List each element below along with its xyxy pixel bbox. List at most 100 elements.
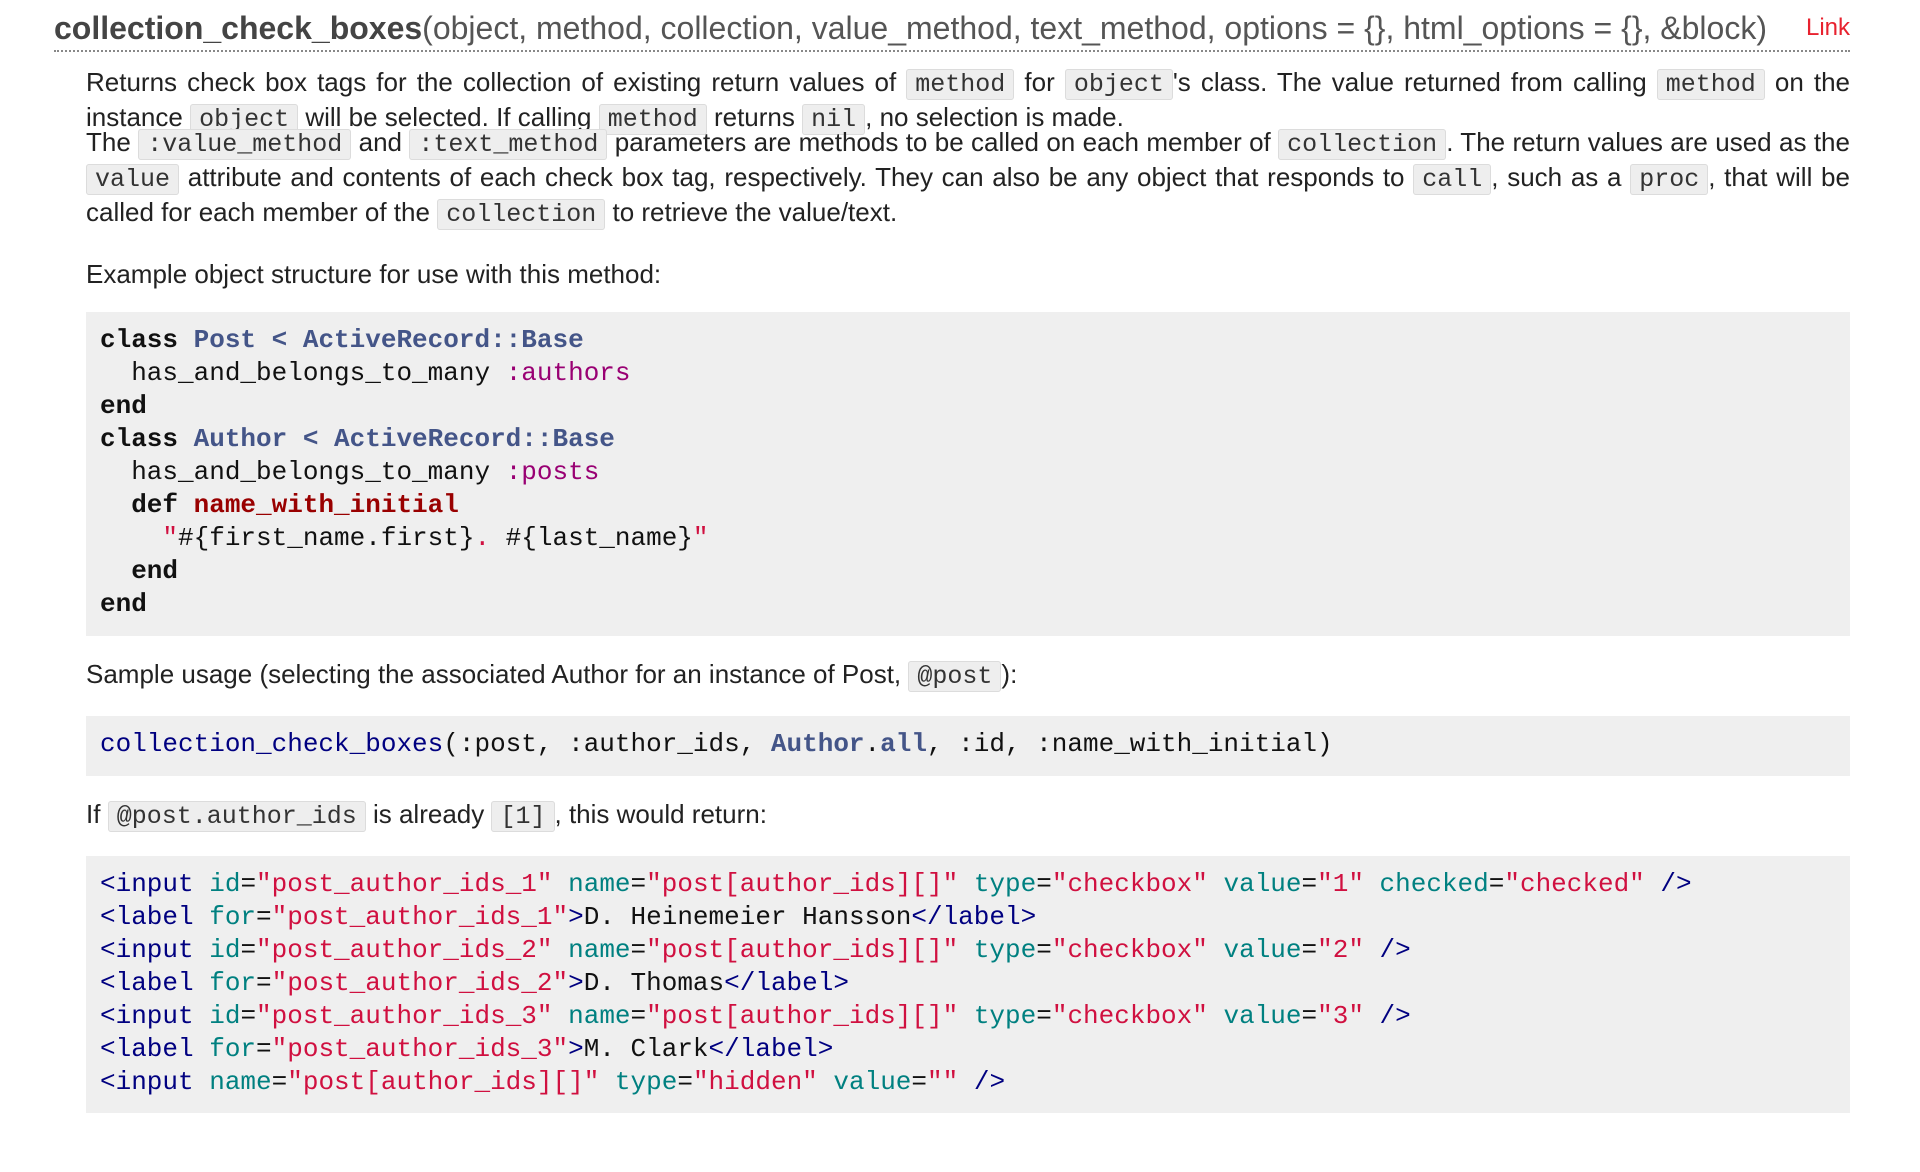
inline-code: method bbox=[906, 69, 1015, 100]
string-value: "post_author_ids_2" bbox=[256, 935, 553, 965]
text: M. Clark bbox=[583, 1034, 709, 1064]
text: ): bbox=[1001, 659, 1018, 689]
html-attribute: name bbox=[568, 935, 631, 965]
string-text: . bbox=[474, 523, 491, 553]
string-value: "post[author_ids][]" bbox=[646, 935, 959, 965]
html-attribute: for bbox=[209, 902, 257, 932]
html-attribute: name bbox=[568, 869, 631, 899]
string-value: "checkbox" bbox=[1051, 869, 1208, 899]
html-attribute: checked bbox=[1379, 869, 1489, 899]
text: and bbox=[358, 127, 402, 157]
string-value: "post_author_ids_1" bbox=[256, 869, 553, 899]
text: = bbox=[256, 902, 272, 932]
interpolation: #{last_name} bbox=[490, 523, 693, 553]
symbol: :authors bbox=[505, 358, 631, 388]
html-tag: <input bbox=[100, 869, 210, 899]
html-attribute: name bbox=[568, 1001, 631, 1031]
html-attribute: id bbox=[209, 935, 241, 965]
text bbox=[553, 935, 569, 965]
text: = bbox=[240, 935, 257, 965]
text: = bbox=[630, 869, 647, 899]
html-attribute: type bbox=[973, 935, 1037, 965]
html-tag: <label bbox=[100, 902, 210, 932]
text: , this would return: bbox=[554, 799, 767, 829]
function-name: collection_check_boxes bbox=[100, 729, 444, 759]
text: = bbox=[271, 1067, 288, 1097]
inline-code: collection bbox=[1278, 129, 1447, 160]
text bbox=[553, 869, 569, 899]
html-attribute: type bbox=[614, 1067, 678, 1097]
string-quote: " bbox=[692, 523, 709, 553]
html-attribute: for bbox=[209, 968, 257, 998]
text: = bbox=[1036, 869, 1052, 899]
class-name: Post < ActiveRecord::Base bbox=[193, 325, 584, 355]
html-attribute: value bbox=[1223, 935, 1302, 965]
string-value: "1" bbox=[1317, 869, 1364, 899]
html-tag: /> bbox=[1363, 935, 1411, 965]
string-value: "" bbox=[927, 1067, 959, 1097]
html-tag: <input bbox=[100, 935, 210, 965]
text bbox=[1208, 1001, 1224, 1031]
method-params: (object, method, collection, value_metho… bbox=[422, 10, 1767, 46]
html-tag: /> bbox=[958, 1067, 1006, 1097]
inline-code: :value_method bbox=[138, 129, 352, 160]
html-tag: /> bbox=[1363, 1001, 1411, 1031]
keyword: class bbox=[100, 325, 179, 355]
text: Sample usage (selecting the associated A… bbox=[86, 659, 902, 689]
text: for bbox=[1024, 67, 1055, 97]
method-description: Returns check box tags for the collectio… bbox=[86, 66, 1850, 1113]
doc-page: collection_check_boxes (object, method, c… bbox=[0, 0, 1920, 1172]
string-value: "hidden" bbox=[692, 1067, 818, 1097]
html-attribute: value bbox=[833, 1067, 912, 1097]
text: = bbox=[911, 1067, 928, 1097]
html-tag: <label bbox=[100, 1034, 210, 1064]
html-tag: /> bbox=[1644, 869, 1692, 899]
html-tag: </label> bbox=[911, 902, 1037, 932]
string-value: "post_author_ids_2" bbox=[271, 968, 569, 998]
html-tag: <input bbox=[100, 1001, 210, 1031]
html-tag: <label bbox=[100, 968, 210, 998]
symbol: :posts bbox=[505, 457, 600, 487]
inline-code: proc bbox=[1630, 164, 1709, 195]
text bbox=[818, 1067, 834, 1097]
string-value: "post[author_ids][]" bbox=[646, 1001, 959, 1031]
text: The bbox=[86, 127, 131, 157]
method-call: has_and_belongs_to_many bbox=[100, 457, 491, 487]
string-value: "3" bbox=[1317, 1001, 1364, 1031]
text: attribute and contents of each check box… bbox=[187, 162, 1405, 192]
text: D. Thomas bbox=[583, 968, 725, 998]
html-attribute: id bbox=[209, 869, 241, 899]
text bbox=[553, 1001, 569, 1031]
html-attribute: type bbox=[973, 869, 1037, 899]
paragraph-return: If @post.author_ids is already [1], this… bbox=[86, 798, 1850, 833]
string-value: "post_author_ids_3" bbox=[271, 1034, 569, 1064]
string-quote: " bbox=[100, 523, 179, 553]
code-block-html-output: <input id="post_author_ids_1" name="post… bbox=[86, 856, 1850, 1113]
keyword: class bbox=[100, 424, 179, 454]
permalink[interactable]: Link bbox=[1806, 6, 1850, 50]
text: D. Heinemeier Hansson bbox=[583, 902, 912, 932]
inline-code: @post.author_ids bbox=[107, 801, 366, 832]
text: = bbox=[240, 1001, 257, 1031]
keyword: end bbox=[100, 589, 147, 619]
text: = bbox=[1301, 935, 1318, 965]
string-value: "post_author_ids_3" bbox=[256, 1001, 553, 1031]
text: = bbox=[1488, 869, 1505, 899]
paragraph-intro: Returns check box tags for the collectio… bbox=[86, 66, 1850, 135]
arguments: (:post, :author_ids, bbox=[443, 729, 771, 759]
text bbox=[1208, 935, 1224, 965]
text: is already bbox=[372, 799, 485, 829]
html-tag: > bbox=[568, 902, 584, 932]
text: = bbox=[677, 1067, 693, 1097]
html-tag: </label> bbox=[708, 1034, 834, 1064]
html-tag: <input bbox=[100, 1067, 210, 1097]
html-tag: > bbox=[568, 968, 584, 998]
arguments: , :id, :name_with_initial) bbox=[926, 729, 1333, 759]
text: = bbox=[1301, 1001, 1318, 1031]
inline-code: value bbox=[86, 164, 180, 195]
text: If bbox=[86, 799, 101, 829]
string-value: "post[author_ids][]" bbox=[287, 1067, 600, 1097]
inline-code: collection bbox=[437, 199, 606, 230]
inline-code: [1] bbox=[491, 801, 555, 832]
text bbox=[1208, 869, 1224, 899]
